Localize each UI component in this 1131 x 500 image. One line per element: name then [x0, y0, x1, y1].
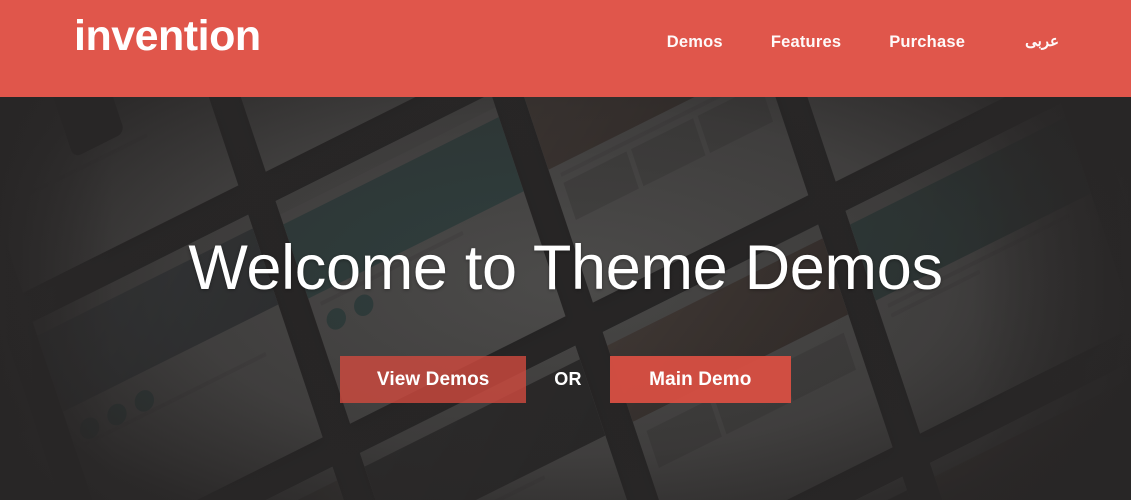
hero-action-group: View Demos OR Main Demo: [340, 356, 791, 403]
view-demos-button[interactable]: View Demos: [340, 356, 527, 403]
hero-section: Welcome to Theme Demos View Demos OR Mai…: [0, 97, 1131, 500]
nav-item-purchase[interactable]: Purchase: [865, 31, 989, 53]
hero-content: Welcome to Theme Demos View Demos OR Mai…: [0, 97, 1131, 500]
nav-item-features[interactable]: Features: [747, 31, 865, 53]
page-title: Welcome to Theme Demos: [188, 233, 943, 303]
main-navigation: Demos Features Purchase عربى: [643, 31, 1059, 53]
nav-item-demos[interactable]: Demos: [643, 31, 747, 53]
page-root: invention Demos Features Purchase عربى W…: [0, 0, 1131, 500]
main-demo-button[interactable]: Main Demo: [609, 356, 791, 403]
site-logo[interactable]: invention: [74, 15, 261, 58]
site-header: invention Demos Features Purchase عربى: [0, 0, 1131, 97]
nav-item-arabic[interactable]: عربى: [989, 31, 1059, 53]
or-separator-label: OR: [554, 369, 582, 389]
